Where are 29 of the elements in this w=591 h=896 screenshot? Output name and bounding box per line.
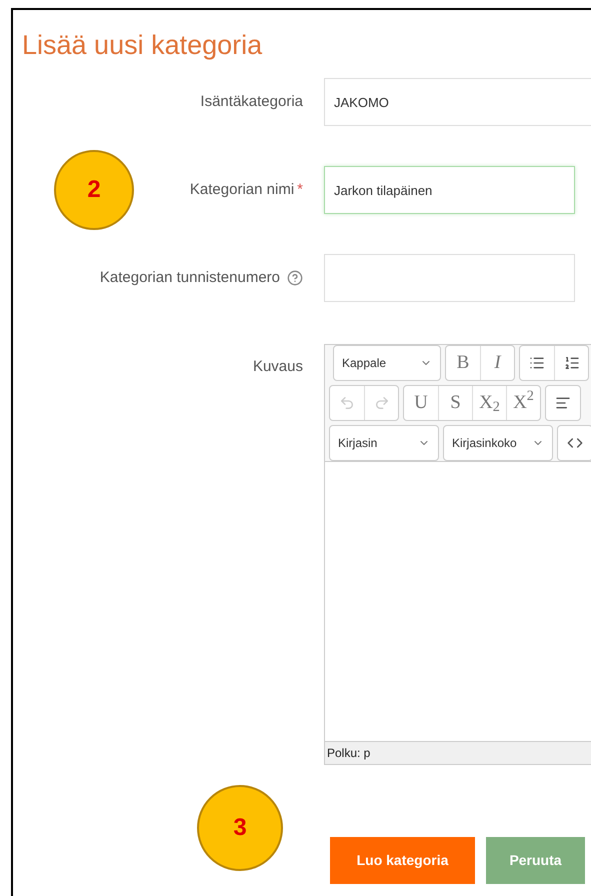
field-label: Isäntäkategoria: [200, 92, 303, 112]
cancel-button[interactable]: Peruuta: [486, 837, 585, 884]
help-icon[interactable]: [287, 270, 303, 286]
text-field[interactable]: [324, 254, 575, 302]
dropdown[interactable]: Kirjasinkoko: [443, 425, 553, 461]
undo-icon: [339, 395, 355, 411]
field-label: Kuvaus: [252, 357, 303, 377]
redo-icon: [374, 395, 390, 411]
field-label: Kategorian nimi: [190, 180, 294, 200]
category-select[interactable]: JAKOMO: [324, 78, 591, 126]
toolbar-button[interactable]: I: [480, 346, 514, 380]
toolbar-button[interactable]: S: [438, 386, 472, 420]
create-button[interactable]: Luo kategoria: [330, 837, 475, 884]
align-left-icon: [555, 395, 571, 411]
toolbar-button[interactable]: B: [446, 346, 480, 380]
dropdown[interactable]: Kappale: [333, 345, 441, 381]
text-field[interactable]: Jarkon tilapäinen: [324, 166, 575, 214]
toolbar-button[interactable]: X$^{2}$: [506, 386, 540, 420]
numbered-list-icon: [564, 355, 580, 371]
dropdown[interactable]: Kirjasin: [329, 425, 439, 461]
field-label: Kategorian tunnistenumero: [100, 268, 280, 288]
step-badge: 3: [197, 785, 283, 871]
step-badge: 2: [54, 150, 134, 230]
required-mark: *: [297, 180, 303, 200]
toolbar-button[interactable]: U: [404, 386, 438, 420]
page-title: Lisää uusi kategoria: [22, 29, 262, 62]
bullet-list-icon: [529, 355, 545, 371]
toolbar-button[interactable]: X$_{2}$: [472, 386, 506, 420]
path-status: Polku: p: [327, 745, 370, 762]
